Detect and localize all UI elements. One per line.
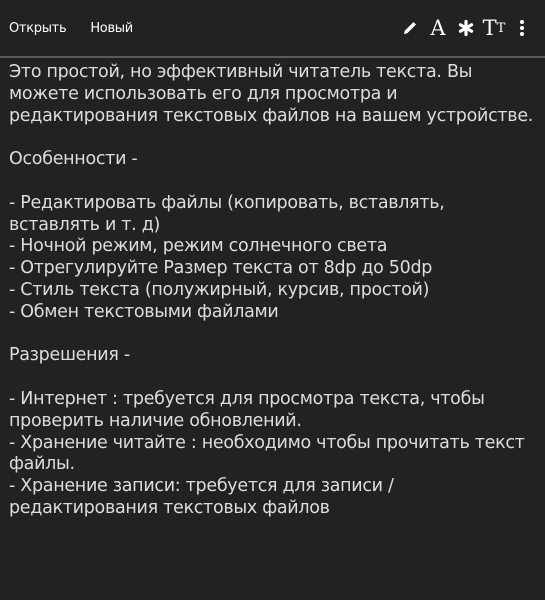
edit-pencil-icon[interactable] (397, 13, 423, 43)
feature-item: - Отрегулируйте Размер текста от 8dp до … (9, 258, 433, 279)
toolbar: Открыть Новый A TT (0, 0, 545, 56)
asterisk-icon (458, 19, 474, 37)
font-icon[interactable]: A (425, 13, 451, 43)
feature-item: - Обмен текстовыми файлами (9, 301, 279, 322)
features-heading: Особенности - (9, 149, 138, 170)
new-button[interactable]: Новый (90, 21, 133, 36)
permissions-heading: Разрешения - (9, 345, 130, 366)
text-size-icon-big-t: T (482, 15, 497, 40)
toolbar-actions: A TT (395, 13, 535, 43)
text-editor-area[interactable]: Это простой, но эффективный читатель тек… (9, 62, 537, 520)
feature-item: - Ночной режим, режим солнечного света (9, 236, 388, 257)
permission-item: - Хранение читайте : необходимо чтобы пр… (9, 432, 530, 475)
text-style-icon[interactable] (453, 13, 479, 43)
intro-paragraph: Это простой, но эффективный читатель тек… (9, 62, 534, 126)
permission-item: - Хранение записи: требуется для записи … (9, 476, 399, 518)
text-size-icon-small-t: T (496, 20, 506, 36)
feature-item: - Стиль текста (полужирный, курсив, прос… (9, 279, 430, 300)
feature-item: - Редактировать файлы (копировать, встав… (9, 192, 450, 235)
permission-item: - Интернет : требуется для просмотра тек… (9, 388, 490, 431)
pencil-icon (404, 22, 416, 34)
text-size-icon[interactable]: TT (481, 13, 507, 43)
toolbar-divider (0, 56, 545, 58)
vertical-dots-icon (520, 20, 524, 36)
text-reader-app: Открыть Новый A TT Это простой, но эффек… (0, 0, 545, 600)
open-button[interactable]: Открыть (9, 21, 67, 36)
more-options-icon[interactable] (509, 13, 535, 43)
